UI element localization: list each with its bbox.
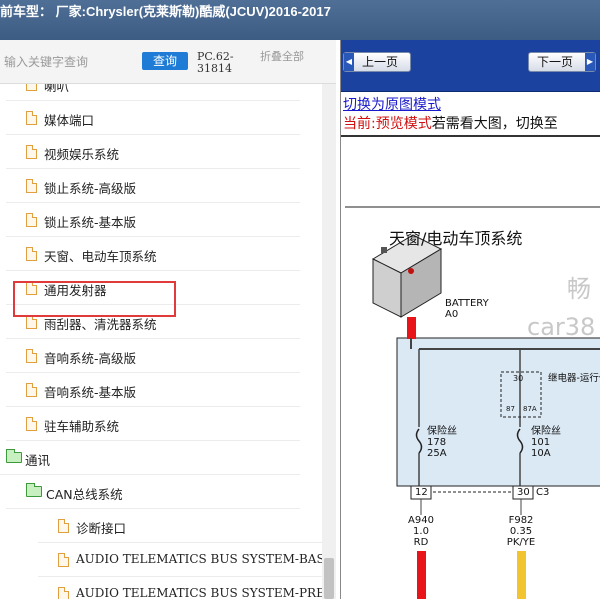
watermark: 畅 [567, 275, 591, 303]
fuse-178-amp: 25A [427, 448, 447, 459]
arrow-right-icon: ▶ [585, 53, 595, 71]
document-icon [26, 383, 37, 397]
switch-original-link[interactable]: 切换为原图模式 [343, 94, 441, 114]
tree-item-label: AUDIO TELEMATICS BUS SYSTEM-PREM [76, 586, 322, 599]
tree-item[interactable]: 驻车辅助系统 [6, 407, 300, 441]
tree-item[interactable]: 锁止系统-高级版 [6, 169, 300, 203]
wiring-diagram: 天窗/电动车顶系统 畅 car38 BATTERY A0 保险丝178 25A … [341, 137, 600, 599]
battery-name: BATTERY [445, 298, 489, 309]
tree-item-label: 视频娱乐系统 [44, 147, 120, 162]
document-icon [58, 587, 69, 599]
nav-tree: 喇叭 媒体端口 视频娱乐系统 锁止系统-高级版 锁止系统-基本版 天窗、电动车顶… [0, 84, 322, 599]
search-input[interactable] [4, 52, 138, 72]
document-icon [26, 247, 37, 261]
document-icon [26, 179, 37, 193]
preview-mode-text: 预览模式 [375, 116, 432, 132]
tree-item[interactable]: AUDIO TELEMATICS BUS SYSTEM-PREM [38, 577, 322, 599]
folder-open-icon [26, 483, 42, 497]
relay-label: 继电器-运行件1（位于P [548, 373, 600, 384]
tree-item[interactable]: 诊断接口 [38, 509, 322, 543]
fuse-101-name: 保险丝101 [531, 426, 561, 448]
query-button[interactable]: 查询 [142, 52, 188, 70]
scrollbar-thumb[interactable] [324, 558, 334, 599]
left-pane: 查询 PC.62-31814 折叠全部 喇叭 媒体端口 视频娱乐系统 锁止系统-… [0, 40, 336, 599]
document-icon [26, 315, 37, 329]
wire-a940-code: A940 [408, 515, 434, 526]
tree-folder[interactable]: CAN总线系统 [6, 475, 300, 509]
pc-code: PC.62-31814 [197, 50, 234, 75]
folder-open-icon [6, 449, 22, 463]
next-page-button[interactable]: 下一页 ▶ [528, 52, 596, 72]
document-icon [58, 553, 69, 567]
document-icon [26, 417, 37, 431]
tree-item[interactable]: 视频娱乐系统 [6, 135, 300, 169]
wire-a940-color: RD [413, 537, 429, 548]
wire-f982-size: 0.35 [509, 526, 533, 537]
fuse-101-amp: 10A [531, 448, 551, 459]
tree-item-label: 音响系统-基本版 [44, 385, 137, 400]
fuse-178-label: 保险丝178 25A [427, 426, 461, 459]
tree-item-label: 媒体端口 [44, 113, 95, 128]
tree-scrollbar[interactable] [322, 84, 336, 599]
wire-a940-size: 1.0 [413, 526, 429, 537]
tree-item[interactable]: 锁止系统-基本版 [6, 203, 300, 237]
tree-item[interactable]: 音响系统-高级版 [6, 339, 300, 373]
tree-item-label: 驻车辅助系统 [44, 419, 120, 434]
connector-pin-12: 12 [415, 487, 428, 498]
tree-item-label: 通讯 [25, 453, 51, 468]
watermark: car38 [527, 313, 596, 341]
window-title: 前车型： 厂家:Chrysler(克莱斯勒)酷威(JCUV)2016-2017 [0, 4, 331, 19]
wiring-diagram-graphic [345, 206, 600, 599]
wire-f982-code: F982 [508, 515, 534, 526]
preview-mode-status: 当前:预览模式若需看大图，切换至 [343, 113, 558, 133]
fuse-101-label: 保险丝101 10A [531, 426, 565, 459]
tree-item-selected[interactable]: 天窗、电动车顶系统 [6, 237, 300, 271]
battery-label: BATTERY A0 [445, 298, 489, 320]
hint-text: 若需看大图，切换至 [431, 116, 558, 132]
tree-item-label: 锁止系统-高级版 [44, 181, 137, 196]
window-title-bar: 前车型： 厂家:Chrysler(克莱斯勒)酷威(JCUV)2016-2017 [0, 0, 600, 40]
connector-c3: C3 [536, 487, 550, 498]
document-icon [26, 84, 37, 91]
prev-page-label: 上一页 [362, 55, 399, 69]
tree-item[interactable]: 音响系统-基本版 [6, 373, 300, 407]
relay-pin-30: 30 [513, 374, 524, 383]
document-icon [26, 145, 37, 159]
page-nav-bar: ◀ 上一页 下一页 ▶ [341, 40, 600, 92]
tree-item[interactable]: 喇叭 [6, 84, 300, 101]
search-bar: 查询 PC.62-31814 折叠全部 [0, 40, 336, 84]
diagram-title: 天窗/电动车顶系统 [389, 229, 523, 248]
next-page-label: 下一页 [537, 55, 574, 69]
tree-folder[interactable]: 通讯 [0, 441, 300, 475]
arrow-left-icon: ◀ [344, 53, 354, 71]
document-icon [58, 519, 69, 533]
tree-item-label: CAN总线系统 [46, 487, 123, 502]
relay-pin-87a: 87A [523, 405, 537, 413]
relay-pin-87: 87 [506, 405, 515, 413]
collapse-all-button[interactable]: 折叠全部 [260, 51, 310, 62]
tree-item-label: 音响系统-高级版 [44, 351, 137, 366]
battery-code: A0 [445, 309, 459, 320]
tree-item-label: 喇叭 [44, 84, 70, 94]
tree-item-label: 锁止系统-基本版 [44, 215, 137, 230]
selection-highlight [13, 281, 176, 317]
tree-item[interactable]: AUDIO TELEMATICS BUS SYSTEM-BASE [38, 543, 322, 577]
wire-a940-label: A940 1.0 RD [403, 515, 439, 548]
wire-f982-color: PK/YE [506, 537, 536, 548]
document-viewer: ◀ 上一页 下一页 ▶ 切换为原图模式 当前:预览模式若需看大图，切换至 天窗/… [340, 40, 600, 599]
connector-pin-30: 30 [517, 487, 530, 498]
fuse-178-name: 保险丝178 [427, 426, 457, 448]
tree-item[interactable]: 媒体端口 [6, 101, 300, 135]
current-prefix: 当前: [343, 116, 376, 132]
tree-item-label: 天窗、电动车顶系统 [44, 249, 157, 264]
tree-item-label: 诊断接口 [76, 521, 127, 536]
prev-page-button[interactable]: ◀ 上一页 [343, 52, 411, 72]
wire-f982-label: F982 0.35 PK/YE [501, 515, 541, 548]
tree-item-label: AUDIO TELEMATICS BUS SYSTEM-BASE [76, 552, 322, 566]
document-icon [26, 111, 37, 125]
document-icon [26, 349, 37, 363]
document-icon [26, 213, 37, 227]
